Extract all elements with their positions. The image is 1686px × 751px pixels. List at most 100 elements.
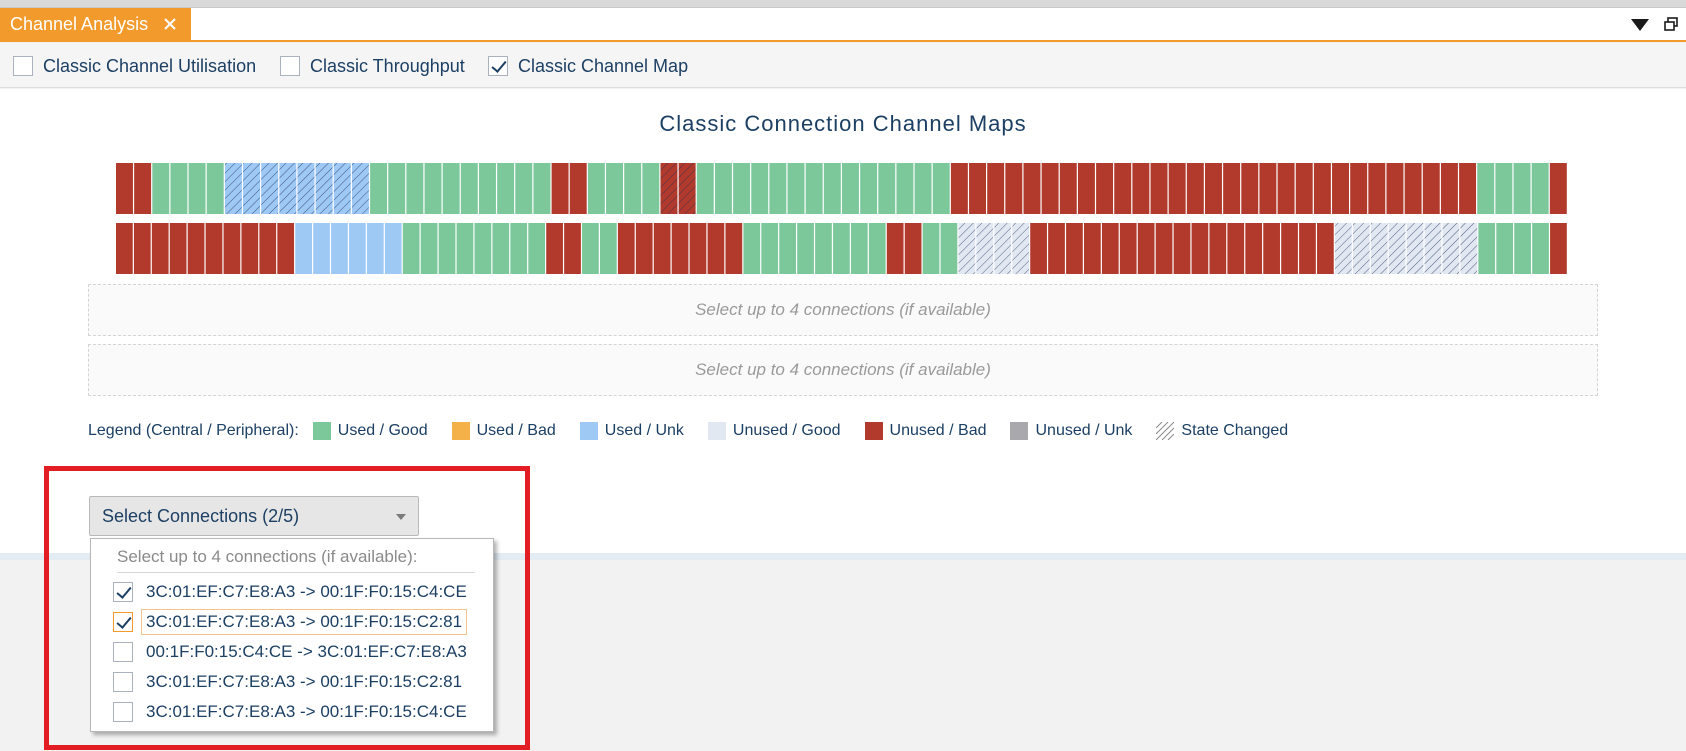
checkbox[interactable]	[113, 582, 133, 602]
channel-unused-bad	[1281, 223, 1298, 274]
state-changed-hatch	[678, 163, 696, 214]
legend-swatch	[707, 422, 726, 440]
checkbox[interactable]	[113, 672, 133, 692]
channel-unused-bad	[1332, 163, 1349, 214]
legend-item: Used / Good	[312, 422, 428, 440]
close-icon[interactable]	[161, 15, 179, 33]
checkbox[interactable]	[113, 612, 133, 632]
channel-unused-bad	[1368, 163, 1386, 214]
channel-used-good	[751, 163, 769, 214]
channel-used-good	[582, 223, 599, 274]
select-connections-button[interactable]: Select Connections (2/5)	[89, 496, 419, 536]
channel-used-unk	[331, 223, 348, 274]
checkbox[interactable]	[113, 702, 133, 722]
channel-unused-bad	[1550, 223, 1567, 274]
legend-item-label: State Changed	[1181, 422, 1289, 439]
channel-unused-bad	[1277, 163, 1295, 214]
channel-unused-bad	[1132, 163, 1150, 214]
channel-used-good	[696, 163, 714, 214]
channel-unused-bad	[671, 223, 689, 274]
channel-unused-bad	[904, 223, 922, 274]
tab-channel-analysis[interactable]: Channel Analysis	[0, 8, 191, 40]
checkbox[interactable]	[488, 56, 508, 76]
channel-unused-bad	[1137, 223, 1155, 274]
state-changed-hatch	[224, 163, 242, 214]
channel-unused-bad	[987, 163, 1005, 214]
channel-unused-bad	[151, 223, 169, 274]
dropdown-triangle-icon[interactable]	[1630, 18, 1650, 32]
channel-map-row-2	[116, 223, 1567, 274]
restore-window-icon[interactable]	[1664, 17, 1678, 31]
channel-used-good	[642, 163, 660, 214]
channel-used-good	[420, 223, 438, 274]
checkbox[interactable]	[113, 642, 133, 662]
channel-unused-bad	[1549, 163, 1567, 214]
channel-unused-bad	[653, 223, 671, 274]
state-changed-hatch	[958, 223, 976, 274]
state-changed-hatch	[243, 163, 260, 214]
channel-used-good	[206, 163, 224, 214]
channel-used-good	[587, 163, 605, 214]
channel-unused-bad	[1030, 223, 1047, 274]
state-changed-hatch	[333, 163, 351, 214]
channel-map-row-central	[116, 163, 1568, 214]
state-changed-hatch	[261, 163, 279, 214]
channel-used-good	[624, 163, 642, 214]
channel-used-good	[388, 163, 406, 214]
channel-unused-bad	[1005, 163, 1023, 214]
channel-used-good	[733, 163, 751, 214]
channel-unused-bad	[969, 163, 986, 214]
option-channel-map[interactable]: Classic Channel Map	[488, 54, 688, 78]
connection-label: 3C:01:EF:C7:E8:A3 -> 00:1F:F0:15:C4:CE	[146, 702, 467, 721]
connection-item[interactable]: 3C:01:EF:C7:E8:A3 -> 00:1F:F0:15:C2:81	[113, 669, 467, 695]
channel-used-good	[438, 223, 456, 274]
channel-unused-bad	[1048, 223, 1065, 274]
checkbox[interactable]	[280, 56, 300, 76]
legend-label: Legend (Central / Peripheral):	[88, 422, 299, 439]
channel-used-good	[787, 163, 805, 214]
channel-used-good	[914, 163, 932, 214]
legend-item: State Changed	[1156, 422, 1288, 440]
channel-unused-bad	[1386, 163, 1404, 214]
legend-item: Used / Bad	[451, 422, 556, 440]
channel-used-good	[515, 163, 533, 214]
channel-used-good	[833, 223, 850, 274]
legend-item-label: Unused / Good	[732, 422, 841, 439]
channel-unused-bad	[187, 223, 205, 274]
channel-used-good	[533, 163, 551, 214]
channel-unused-bad	[1150, 163, 1168, 214]
channel-unused-bad	[1077, 163, 1095, 214]
legend-item-label: Unused / Bad	[889, 422, 987, 439]
connection-item[interactable]: 00:1F:F0:15:C4:CE -> 3C:01:EF:C7:E8:A3	[113, 639, 472, 665]
hatch-swatch-icon	[1156, 422, 1175, 440]
checkbox[interactable]	[13, 56, 33, 76]
state-changed-hatch	[1352, 223, 1370, 274]
channel-used-good	[152, 163, 170, 214]
channel-used-good	[823, 163, 841, 214]
channel-unused-bad	[725, 223, 743, 274]
legend-swatch	[579, 422, 598, 440]
channel-unused-bad	[1245, 223, 1263, 274]
state-changed-hatch	[1442, 223, 1460, 274]
channel-used-good	[497, 163, 515, 214]
channel-unused-bad	[689, 223, 707, 274]
option-throughput[interactable]: Classic Throughput	[280, 54, 465, 78]
view-options-bar: Classic Channel Utilisation Classic Thro…	[0, 43, 1686, 88]
channel-unused-bad	[277, 223, 295, 274]
connection-item[interactable]: 3C:01:EF:C7:E8:A3 -> 00:1F:F0:15:C2:81	[113, 609, 468, 635]
channel-used-good	[922, 223, 940, 274]
option-channel-utilisation[interactable]: Classic Channel Utilisation	[13, 54, 256, 78]
channel-unused-bad	[1173, 223, 1191, 274]
chart-title: Classic Connection Channel Maps	[659, 111, 1027, 136]
connection-item[interactable]: 3C:01:EF:C7:E8:A3 -> 00:1F:F0:15:C4:CE	[113, 579, 472, 605]
tab-bar: Channel Analysis	[0, 8, 1686, 42]
option-label: Classic Channel Map	[518, 55, 689, 76]
channel-unused-bad	[1191, 223, 1209, 274]
channel-unused-bad	[1168, 163, 1186, 214]
tab-title: Channel Analysis	[10, 13, 149, 34]
connection-item[interactable]: 3C:01:EF:C7:E8:A3 -> 00:1F:F0:15:C4:CE	[113, 699, 472, 725]
channel-unused-bad	[950, 163, 968, 214]
state-changed-hatch	[976, 223, 994, 274]
channel-used-good	[1531, 163, 1549, 214]
channel-used-good	[1514, 223, 1531, 274]
